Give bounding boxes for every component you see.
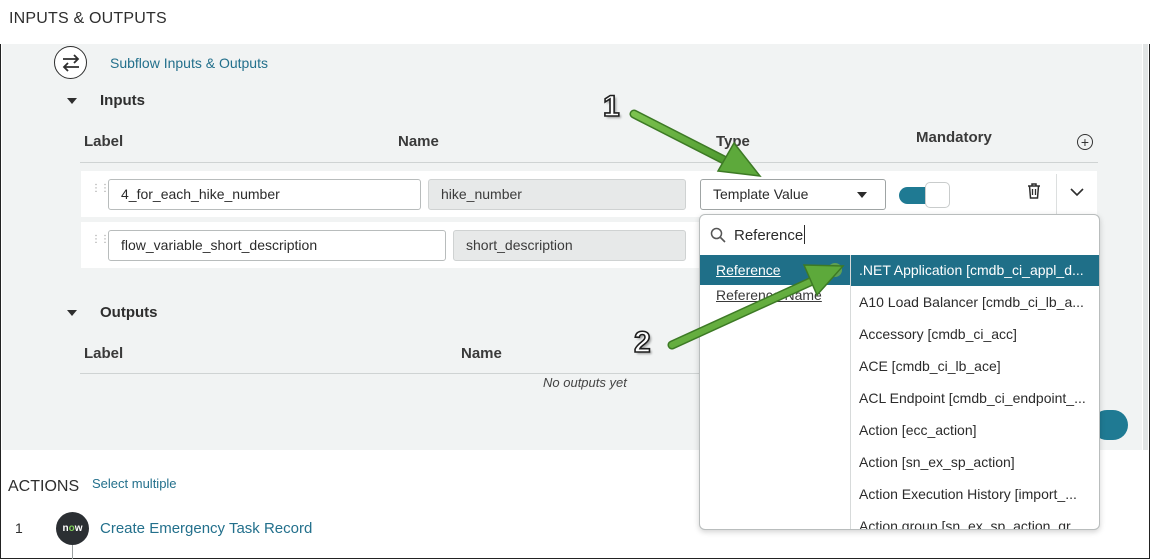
table-option[interactable]: Action Execution History [import_... xyxy=(851,479,1099,510)
input-name-field: hike_number xyxy=(428,179,686,210)
text-cursor xyxy=(804,225,805,244)
type-category-list: Reference Reference Name xyxy=(700,255,851,529)
type-dropdown-menu: Reference Reference Name .NET Applicatio… xyxy=(699,214,1100,530)
table-option-list: .NET Application [cmdb_ci_appl_d... A10 … xyxy=(851,255,1099,529)
subflow-inputs-outputs-link[interactable]: Subflow Inputs & Outputs xyxy=(110,55,268,71)
input-type-select[interactable]: Template Value xyxy=(700,179,886,210)
category-reference-name[interactable]: Reference Name xyxy=(700,280,850,310)
page-title: INPUTS & OUTPUTS xyxy=(9,10,167,27)
drag-handle-icon[interactable]: ⋮⋮ xyxy=(91,235,110,245)
add-input-icon[interactable]: + xyxy=(1077,134,1093,150)
table-option[interactable]: ACE [cmdb_ci_lb_ace] xyxy=(851,351,1099,382)
type-search-input[interactable] xyxy=(734,225,1034,245)
row-action-divider xyxy=(1056,174,1057,214)
input-label-field[interactable]: 4_for_each_hike_number xyxy=(108,179,421,210)
select-multiple-link[interactable]: Select multiple xyxy=(92,476,177,491)
category-label: Reference xyxy=(716,262,781,278)
inputs-col-label: Label xyxy=(84,133,124,150)
page-header: INPUTS & OUTPUTS xyxy=(0,0,1150,44)
table-option[interactable]: Action [sn_ex_sp_action] xyxy=(851,447,1099,478)
table-option[interactable]: ACL Endpoint [cmdb_ci_endpoint_... xyxy=(851,383,1099,414)
no-outputs-message: No outputs yet xyxy=(543,375,627,390)
action-link[interactable]: Create Emergency Task Record xyxy=(100,520,312,537)
toggle-knob xyxy=(925,182,950,208)
inputs-col-name: Name xyxy=(398,133,439,150)
table-option[interactable]: A10 Load Balancer [cmdb_ci_lb_a... xyxy=(851,287,1099,318)
table-option[interactable]: Accessory [cmdb_ci_acc] xyxy=(851,319,1099,350)
table-option[interactable]: Action group [sn_ex_sp_action_gr... xyxy=(851,511,1099,529)
input-label-field[interactable]: flow_variable_short_description xyxy=(108,230,446,261)
inputs-collapse-caret-icon[interactable] xyxy=(67,98,77,104)
outputs-header-divider xyxy=(80,373,700,374)
action-connector-line xyxy=(72,545,73,559)
annotation-number-1: 1 xyxy=(602,89,620,124)
inputs-header-divider xyxy=(80,162,1098,163)
inputs-section-title: Inputs xyxy=(100,92,145,109)
table-option[interactable]: Action [ecc_action] xyxy=(851,415,1099,446)
category-label: Reference Name xyxy=(716,287,822,303)
outputs-col-label: Label xyxy=(84,345,124,362)
inputs-col-mandatory: Mandatory xyxy=(916,129,992,146)
arrow-right-icon xyxy=(828,263,842,277)
actions-title: ACTIONS xyxy=(8,478,80,495)
panel-scrollbar[interactable] xyxy=(1143,44,1148,450)
swap-arrows-icon xyxy=(54,46,87,79)
trash-icon[interactable] xyxy=(1026,182,1044,200)
search-icon xyxy=(710,227,726,243)
expand-row-chevron-icon[interactable] xyxy=(1069,185,1085,197)
outputs-section-title: Outputs xyxy=(100,304,158,321)
inputs-col-type: Type xyxy=(716,133,750,150)
servicenow-logo-icon: now xyxy=(56,512,89,545)
table-option[interactable]: .NET Application [cmdb_ci_appl_d... xyxy=(851,255,1099,286)
chevron-down-icon xyxy=(857,192,867,198)
annotation-number-2: 2 xyxy=(633,325,651,360)
mandatory-toggle[interactable] xyxy=(899,182,951,208)
outputs-collapse-caret-icon[interactable] xyxy=(67,310,77,316)
input-name-field: short_description xyxy=(453,230,686,261)
input-type-value: Template Value xyxy=(713,186,809,202)
drag-handle-icon[interactable]: ⋮⋮ xyxy=(91,184,110,194)
outputs-col-name: Name xyxy=(461,345,502,362)
action-number: 1 xyxy=(15,520,23,536)
